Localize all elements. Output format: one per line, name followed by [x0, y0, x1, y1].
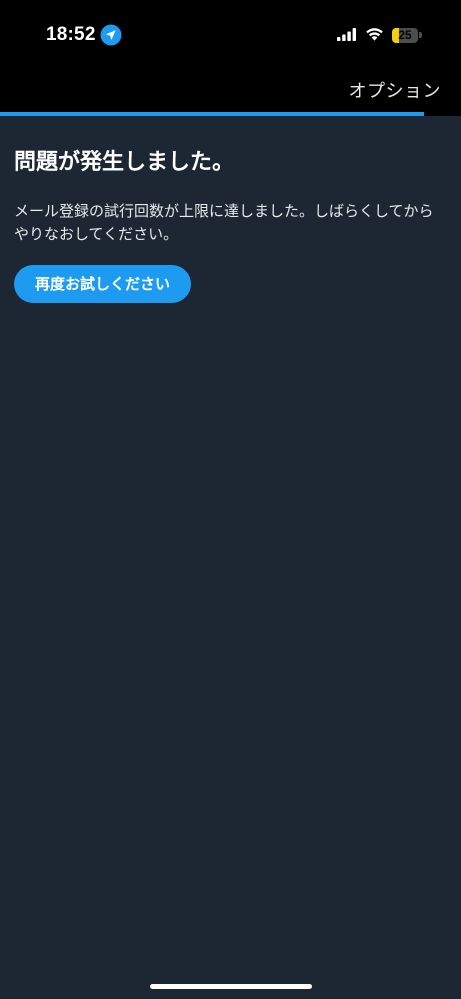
home-indicator[interactable]: [150, 984, 312, 989]
retry-button[interactable]: 再度お試しください: [14, 265, 192, 303]
status-time-group: 18:52: [46, 21, 122, 49]
location-arrow-icon: [100, 24, 122, 46]
error-title: 問題が発生しました。: [14, 150, 235, 175]
error-message: メール登録の試行回数が上限に達しました。しばらくしてからやりなおしてください。: [14, 202, 434, 243]
error-content: 問題が発生しました。 メール登録の試行回数が上限に達しました。しばらくしてからや…: [14, 146, 446, 303]
battery-tip: [419, 32, 422, 38]
battery-level: 25: [398, 27, 412, 42]
status-time: 18:52: [46, 24, 96, 45]
status-icons: 25: [337, 23, 423, 47]
options-button[interactable]: オプション: [349, 77, 442, 103]
battery-icon: 25: [392, 27, 423, 44]
progress-bar: [0, 112, 461, 116]
wifi-icon: [365, 26, 384, 45]
status-bar: 18:52 25: [0, 0, 461, 64]
top-bar: 18:52 25 オプション: [0, 0, 461, 113]
cellular-signal-icon: [337, 26, 357, 45]
progress-fill: [0, 112, 425, 116]
battery-body: 25: [392, 27, 418, 43]
